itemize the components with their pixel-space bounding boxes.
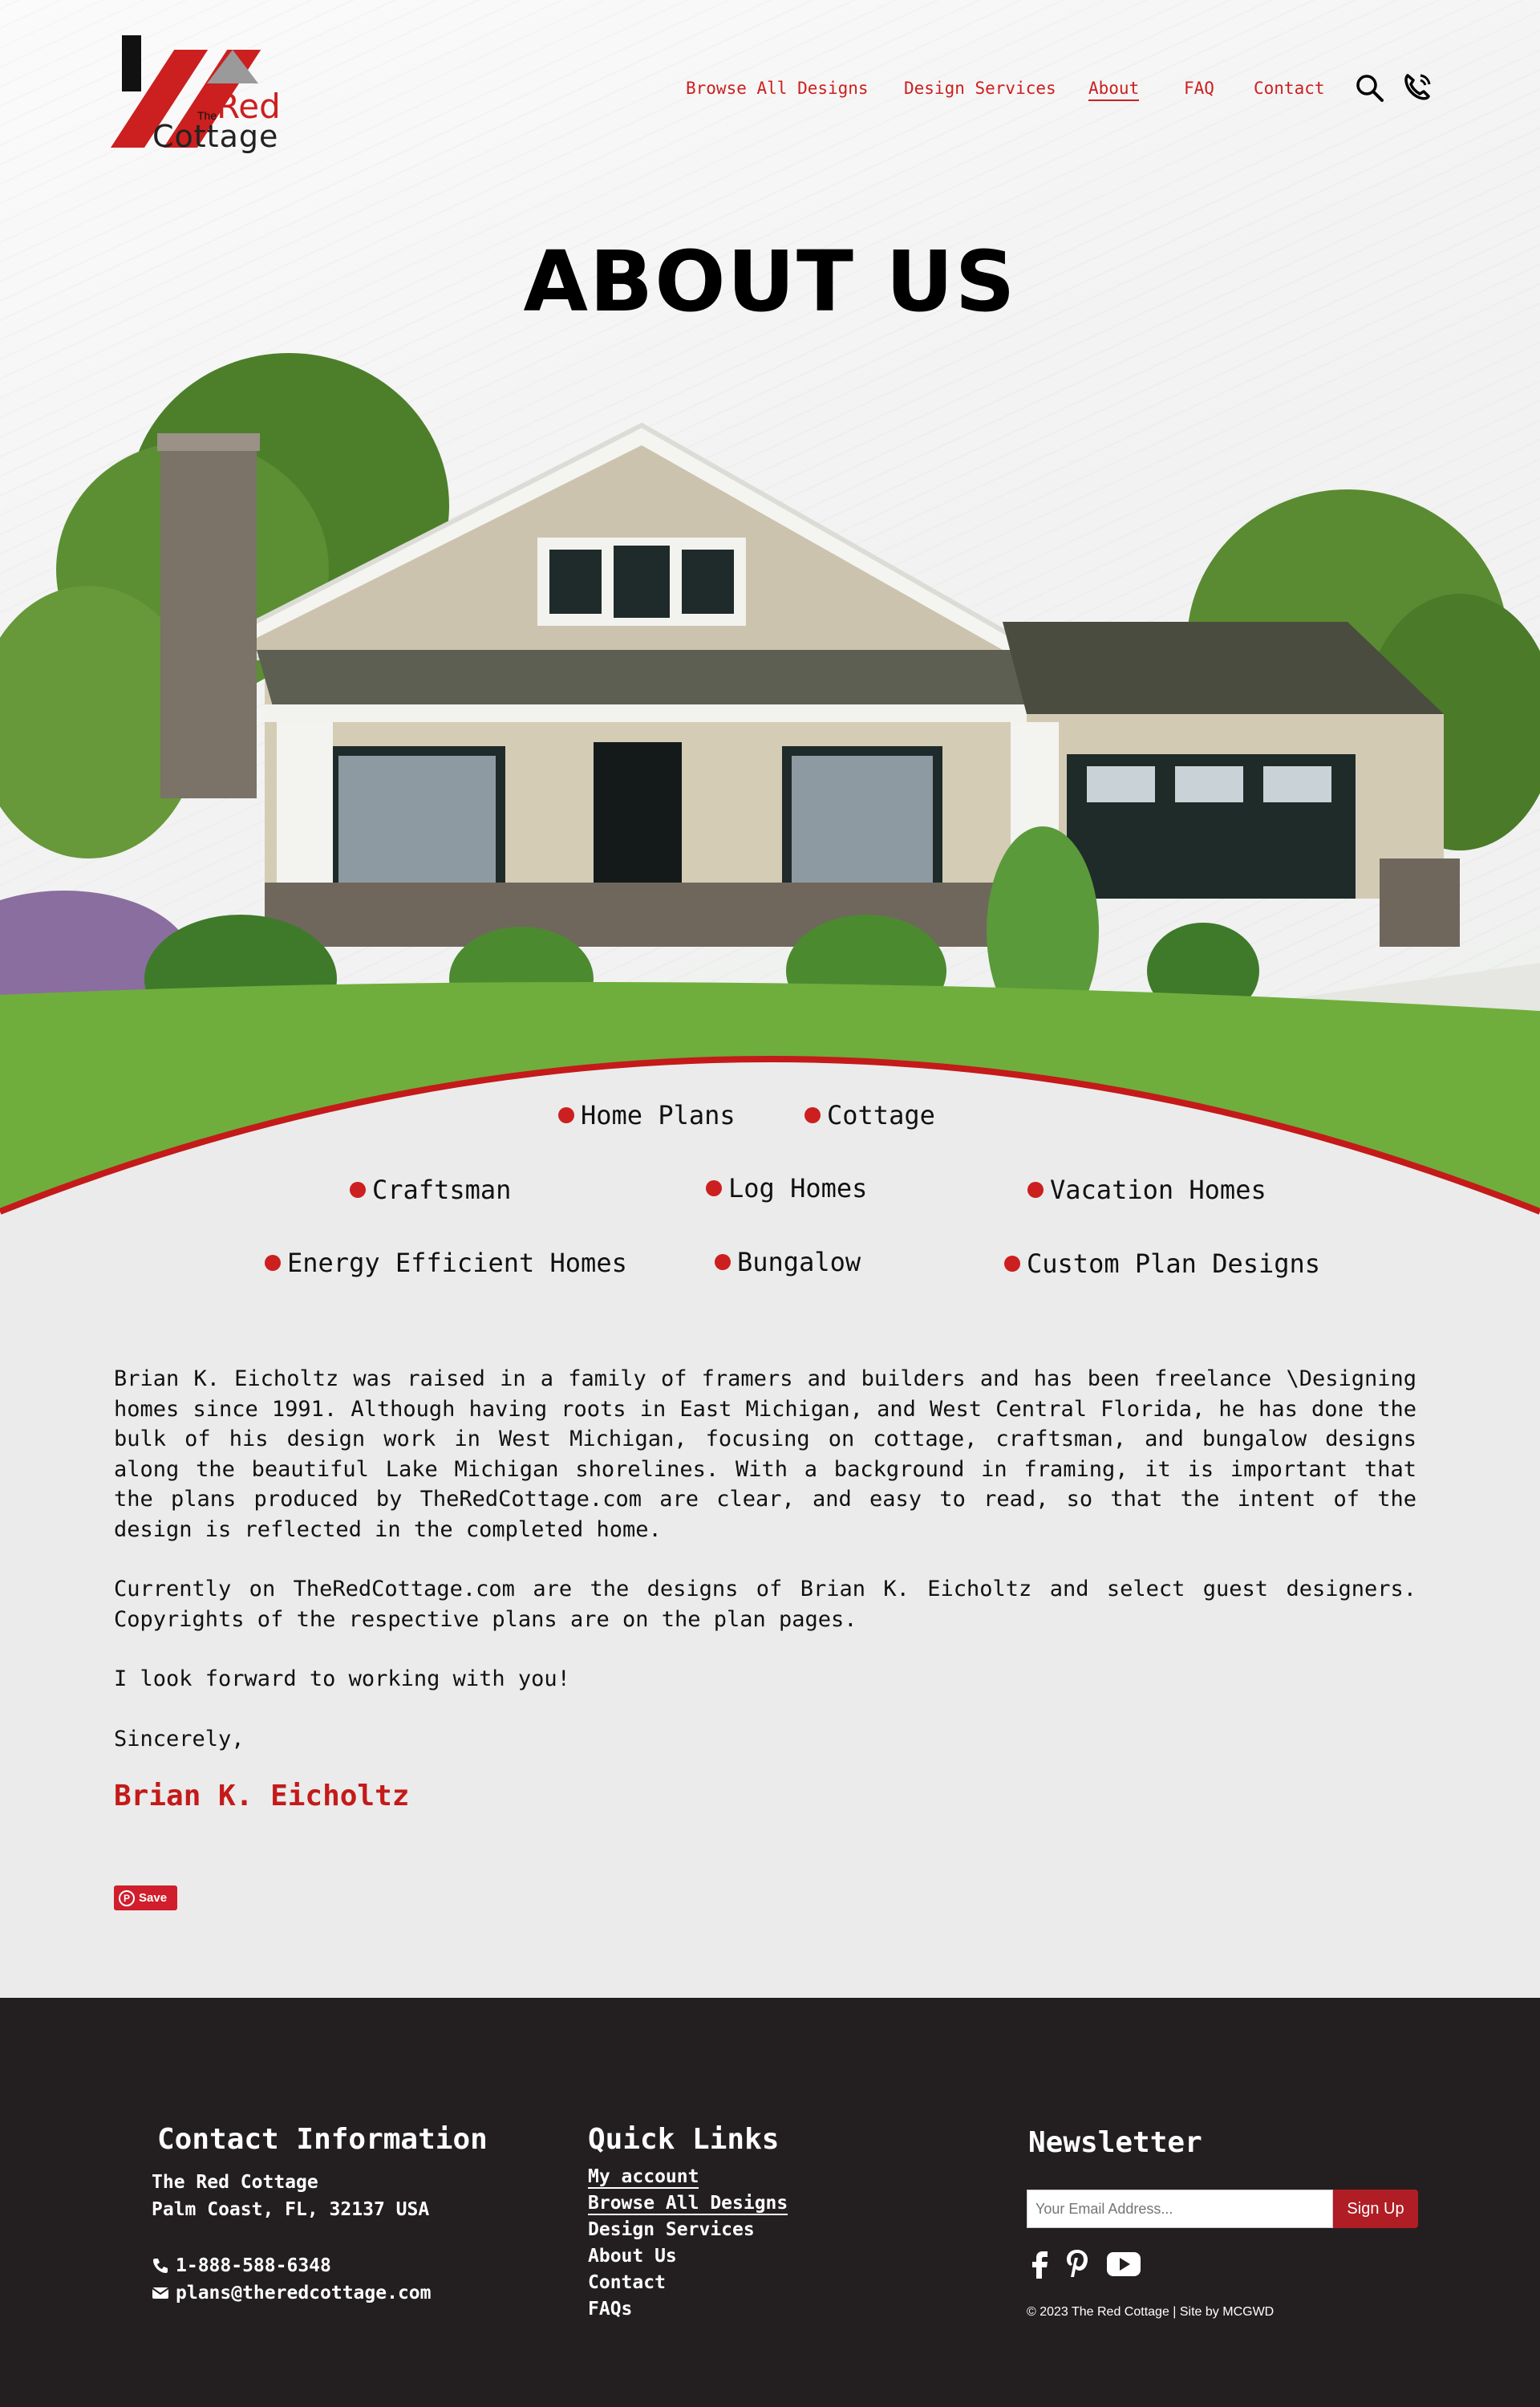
footer-link-design-services[interactable]: Design Services	[588, 2217, 788, 2243]
bullet-dot	[715, 1254, 731, 1270]
newsletter-email-input[interactable]	[1027, 2190, 1333, 2228]
contact-address: Palm Coast, FL, 32137 USA	[152, 2199, 430, 2220]
bullet-dot	[804, 1107, 821, 1123]
pin-label: Save	[139, 1891, 168, 1905]
pinterest-icon: P	[119, 1889, 135, 1906]
email-address: plans@theredcottage.com	[176, 2283, 432, 2303]
newsletter-signup-button[interactable]: Sign Up	[1333, 2190, 1418, 2228]
category-label: Energy Efficient Homes	[287, 1248, 627, 1278]
bullet-dot	[1027, 1182, 1044, 1198]
closing-line: Sincerely,	[114, 1726, 245, 1751]
facebook-icon[interactable]	[1028, 2247, 1052, 2280]
footer-link-label: My account	[588, 2166, 699, 2189]
about-content: Brian K. Eicholtz was raised in a family…	[114, 1364, 1416, 1784]
footer-link-faqs[interactable]: FAQs	[588, 2296, 788, 2323]
footer-link-my-account[interactable]: My account	[588, 2164, 788, 2190]
category-craftsman[interactable]: Craftsman	[350, 1175, 511, 1205]
footer-link-browse-all-designs[interactable]: Browse All Designs	[588, 2190, 788, 2217]
contact-email[interactable]: plans@theredcottage.com	[152, 2279, 432, 2307]
quick-links-list: My account Browse All Designs Design Ser…	[588, 2164, 788, 2323]
category-home-plans[interactable]: Home Plans	[558, 1100, 736, 1130]
search-icon[interactable]	[1352, 71, 1388, 106]
category-bungalow[interactable]: Bungalow	[715, 1247, 861, 1277]
category-label: Cottage	[827, 1100, 935, 1130]
category-label: Home Plans	[581, 1100, 736, 1130]
contact-heading: Contact Information	[157, 2123, 488, 2156]
footer-link-about-us[interactable]: About Us	[588, 2243, 788, 2270]
bullet-dot	[350, 1182, 366, 1198]
envelope-icon	[152, 2287, 169, 2299]
hero-section: The Red Cottage Browse All Designs Desig…	[0, 0, 1540, 1220]
nav-faq[interactable]: FAQ	[1184, 79, 1214, 98]
bullet-dot	[558, 1107, 574, 1123]
nav-about[interactable]: About	[1088, 79, 1140, 101]
bullet-dot	[1004, 1256, 1020, 1272]
category-label: Bungalow	[737, 1247, 861, 1277]
category-label: Craftsman	[372, 1175, 512, 1205]
author-signature: Brian K. Eicholtz	[114, 1780, 410, 1812]
footer-link-label: Browse All Designs	[588, 2193, 788, 2215]
category-vacation-homes[interactable]: Vacation Homes	[1027, 1175, 1266, 1205]
youtube-icon[interactable]	[1105, 2247, 1142, 2280]
category-label: Vacation Homes	[1050, 1175, 1266, 1205]
pinterest-save-button[interactable]: P Save	[114, 1885, 177, 1910]
category-label: Custom Plan Designs	[1027, 1248, 1321, 1279]
contact-phone[interactable]: 1-888-588-6348	[152, 2252, 331, 2279]
category-custom-plan-designs[interactable]: Custom Plan Designs	[1004, 1248, 1320, 1279]
copyright-text: © 2023 The Red Cottage | Site by MCGWD	[1027, 2305, 1275, 2319]
main-nav: Browse All Designs Design Services About…	[0, 74, 1540, 103]
phone-number: 1-888-588-6348	[176, 2255, 331, 2276]
nav-browse-all-designs[interactable]: Browse All Designs	[686, 79, 869, 98]
about-paragraph: I look forward to working with you!	[114, 1666, 570, 1691]
category-label: Log Homes	[728, 1173, 868, 1204]
category-energy-efficient-homes[interactable]: Energy Efficient Homes	[265, 1248, 627, 1278]
nav-contact[interactable]: Contact	[1254, 79, 1325, 98]
newsletter-heading: Newsletter	[1028, 2126, 1202, 2159]
footer-link-contact[interactable]: Contact	[588, 2270, 788, 2296]
category-log-homes[interactable]: Log Homes	[706, 1173, 867, 1204]
pinterest-icon[interactable]	[1064, 2247, 1090, 2280]
bullet-dot	[265, 1255, 281, 1271]
about-paragraph: Currently on TheRedCottage.com are the d…	[114, 1577, 1416, 1632]
logo-text-cottage: Cottage	[152, 119, 279, 154]
about-paragraph: Brian K. Eicholtz was raised in a family…	[114, 1366, 1416, 1542]
phone-icon[interactable]	[1400, 69, 1435, 104]
quick-links-heading: Quick Links	[588, 2123, 780, 2156]
bullet-dot	[706, 1180, 722, 1196]
phone-icon	[153, 2259, 168, 2273]
page-title: ABOUT US	[523, 233, 1017, 331]
contact-name: The Red Cottage	[152, 2172, 318, 2193]
category-cottage[interactable]: Cottage	[804, 1100, 935, 1130]
nav-design-services[interactable]: Design Services	[904, 79, 1056, 98]
